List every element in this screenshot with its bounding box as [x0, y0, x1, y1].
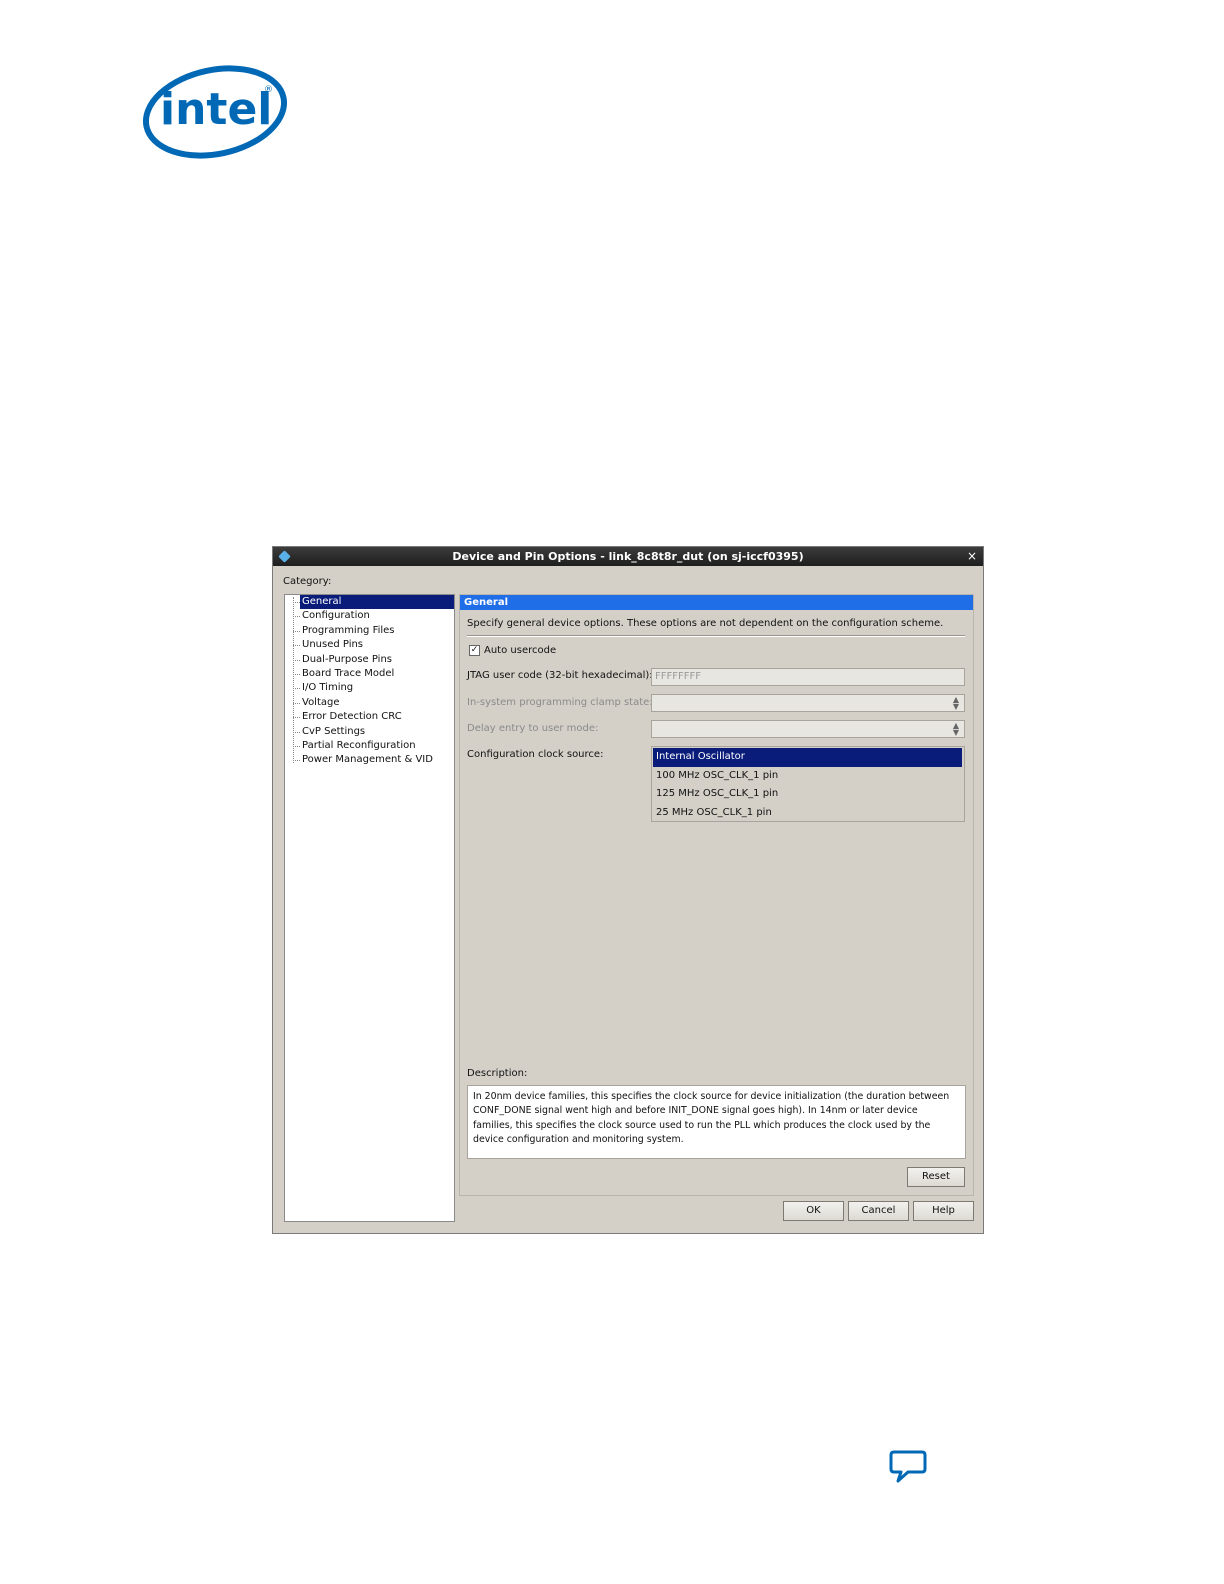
description-label: Description: [467, 1068, 528, 1079]
tree-item-configuration[interactable]: Configuration [285, 609, 454, 623]
category-tree[interactable]: General Configuration Programming Files … [284, 594, 455, 1222]
close-icon[interactable]: × [967, 547, 977, 566]
description-text: In 20nm device families, this specifies … [467, 1085, 966, 1159]
category-label: Category: [283, 576, 332, 587]
tree-item-dual-purpose-pins[interactable]: Dual-Purpose Pins [285, 653, 454, 667]
speech-bubble-icon[interactable] [888, 1449, 928, 1485]
tree-item-unused-pins[interactable]: Unused Pins [285, 638, 454, 652]
ok-button[interactable]: OK [783, 1201, 844, 1221]
updown-arrow-icon: ▲ ▼ [952, 695, 960, 711]
title-bar[interactable]: Device and Pin Options - link_8c8t8r_dut… [273, 547, 983, 566]
delay-entry-label: Delay entry to user mode: [467, 723, 599, 734]
isp-clamp-state-select[interactable]: ▲ ▼ [651, 694, 965, 712]
help-button[interactable]: Help [913, 1201, 974, 1221]
tree-item-error-detection-crc[interactable]: Error Detection CRC [285, 710, 454, 724]
clock-option-100mhz[interactable]: 100 MHz OSC_CLK_1 pin [652, 767, 964, 786]
intel-logo-mark: ® [264, 85, 273, 95]
separator [467, 635, 965, 637]
delay-entry-select[interactable]: ▲ ▼ [651, 720, 965, 738]
general-panel: General Specify general device options. … [459, 594, 974, 1196]
auto-usercode-label: Auto usercode [484, 645, 557, 656]
reset-button[interactable]: Reset [907, 1167, 965, 1187]
tree-item-general[interactable]: General [285, 595, 454, 610]
cancel-button[interactable]: Cancel [848, 1201, 909, 1221]
app-icon [278, 550, 291, 563]
clock-option-internal-oscillator[interactable]: Internal Oscillator [653, 748, 962, 767]
intel-logo: intel ® [142, 65, 288, 159]
clock-option-125mhz[interactable]: 125 MHz OSC_CLK_1 pin [652, 785, 964, 804]
panel-description: Specify general device options. These op… [467, 618, 944, 629]
intel-logo-text: intel [160, 84, 272, 135]
tree-item-io-timing[interactable]: I/O Timing [285, 681, 454, 695]
dialog-title: Device and Pin Options - link_8c8t8r_dut… [452, 550, 804, 563]
clock-source-listbox[interactable]: Internal Oscillator 100 MHz OSC_CLK_1 pi… [651, 746, 965, 822]
tree-item-voltage[interactable]: Voltage [285, 696, 454, 710]
device-and-pin-options-dialog: Device and Pin Options - link_8c8t8r_dut… [272, 546, 984, 1234]
tree-item-cvp-settings[interactable]: CvP Settings [285, 725, 454, 739]
clock-source-label: Configuration clock source: [467, 749, 604, 760]
panel-header: General [460, 595, 973, 610]
tree-item-programming-files[interactable]: Programming Files [285, 624, 454, 638]
jtag-user-code-field[interactable]: FFFFFFFF [651, 668, 965, 686]
tree-item-partial-reconfiguration[interactable]: Partial Reconfiguration [285, 739, 454, 753]
auto-usercode-row[interactable]: ✓ Auto usercode [469, 645, 556, 656]
updown-arrow-icon: ▲ ▼ [952, 721, 960, 737]
auto-usercode-checkbox[interactable]: ✓ [469, 645, 480, 656]
clock-option-25mhz[interactable]: 25 MHz OSC_CLK_1 pin [652, 804, 964, 823]
tree-item-power-management-vid[interactable]: Power Management & VID [285, 753, 454, 767]
isp-clamp-state-label: In-system programming clamp state: [467, 697, 653, 708]
jtag-user-code-label: JTAG user code (32-bit hexadecimal): [467, 670, 653, 681]
tree-item-board-trace-model[interactable]: Board Trace Model [285, 667, 454, 681]
